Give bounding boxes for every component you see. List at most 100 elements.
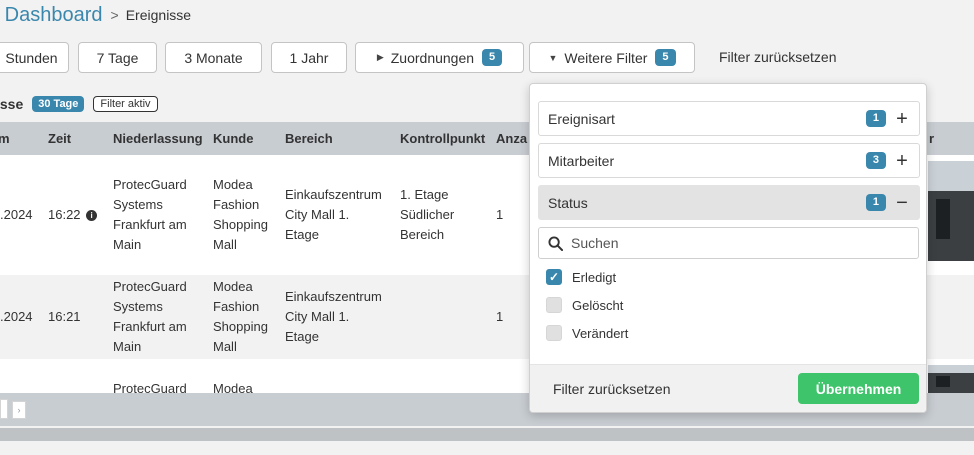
page-size-select[interactable]: [0, 399, 8, 419]
caret-right-icon: ▶: [376, 52, 384, 62]
checkbox-unchecked[interactable]: [546, 325, 562, 341]
search-input[interactable]: [571, 235, 891, 251]
zuordnungen-count-badge: 5: [482, 49, 503, 66]
cell-line: City Mall 1.: [285, 207, 350, 222]
section-title: isse: [0, 96, 24, 112]
section-header: isse 30 Tage Filter aktiv: [0, 95, 158, 113]
cell-time: 16:21: [48, 309, 81, 324]
range-hours-button[interactable]: Stunden: [0, 42, 69, 73]
filter-group-label: Status: [548, 194, 588, 211]
cell-time-value: 16:22: [48, 207, 81, 222]
column-header-kontrollpunkt[interactable]: Kontrollpunkt: [400, 122, 485, 155]
cell-line: Etage: [285, 329, 319, 344]
status-option-label: Erledigt: [572, 269, 617, 285]
cell-line: Südlicher: [400, 207, 455, 222]
cell-line: Etage: [285, 227, 319, 242]
cell-line: Modea: [213, 279, 253, 294]
cell-line: Modea: [213, 177, 253, 192]
checkbox-checked[interactable]: ✓: [546, 269, 562, 285]
cell-line: Einkaufszentrum: [285, 187, 382, 202]
event-photo-thumbnail[interactable]: [928, 365, 974, 393]
zuordnungen-button[interactable]: ▶ Zuordnungen 5: [355, 42, 524, 73]
dropdown-reset-link[interactable]: Filter zurücksetzen: [553, 365, 670, 413]
zuordnungen-label: Zuordnungen: [390, 49, 475, 66]
minus-icon[interactable]: −: [894, 193, 910, 213]
cell-anzahl: 1: [496, 207, 504, 222]
weitere-filter-dropdown: Ereignisart 1 + Mitarbeiter 3 + Status 1…: [529, 83, 927, 413]
range-3-months-button[interactable]: 3 Monate: [165, 42, 262, 73]
cell-bereich: Einkaufszentrum City Mall 1. Etage: [285, 287, 382, 347]
cell-kunde: Modea Fashion Shopping Mall: [213, 277, 268, 357]
filter-group-status[interactable]: Status 1 −: [538, 185, 920, 220]
cell-line: Main: [113, 237, 142, 252]
plus-icon[interactable]: +: [894, 151, 910, 171]
cell-line: Systems: [113, 299, 163, 314]
cell-date: .2024: [0, 309, 33, 324]
cell-kontrollpunkt: 1. Etage Südlicher Bereich: [400, 185, 454, 245]
cell-line: Mall: [213, 237, 237, 252]
event-photo-thumbnail[interactable]: [928, 161, 974, 261]
next-page-button[interactable]: ›: [12, 401, 26, 419]
cell-line: Frankfurt am: [113, 217, 187, 232]
cell-line: Main: [113, 339, 142, 354]
info-icon[interactable]: i: [86, 210, 98, 221]
cell-kunde: Modea Fashion Shopping Mall: [213, 175, 268, 255]
search-icon: [548, 235, 563, 251]
filter-group-ereignisart[interactable]: Ereignisart 1 +: [538, 101, 920, 136]
cell-niederlassung: ProtecGuard: [113, 381, 187, 393]
column-header-anzahl[interactable]: Anza: [496, 122, 527, 155]
column-header-bereich[interactable]: Bereich: [285, 122, 333, 155]
cell-line: ProtecGuard: [113, 279, 187, 294]
cell-line: Bereich: [400, 227, 445, 242]
checkbox-unchecked[interactable]: [546, 297, 562, 313]
cell-niederlassung: ProtecGuard Systems Frankfurt am Main: [113, 175, 187, 255]
cell-line: ProtecGuard: [113, 177, 187, 192]
column-header-bild[interactable]: r: [929, 122, 934, 155]
column-header-kunde[interactable]: Kunde: [213, 122, 253, 155]
filter-group-mitarbeiter[interactable]: Mitarbeiter 3 +: [538, 143, 920, 178]
filter-group-count-badge: 1: [865, 194, 886, 211]
filter-active-badge: Filter aktiv: [93, 96, 158, 112]
breadcrumb-current: Ereignisse: [125, 7, 192, 23]
column-header-date[interactable]: m: [0, 122, 10, 155]
plus-icon[interactable]: +: [894, 109, 910, 129]
filter-group-label: Mitarbeiter: [548, 152, 615, 169]
apply-button[interactable]: Übernehmen: [798, 373, 919, 404]
cell-kunde: Modea: [213, 381, 253, 393]
cell-line: Fashion: [213, 299, 260, 314]
cell-line: City Mall 1.: [285, 309, 350, 324]
cell-niederlassung: ProtecGuard Systems Frankfurt am Main: [113, 277, 187, 357]
weitere-filter-label: Weitere Filter: [564, 49, 648, 66]
cell-line: Systems: [113, 197, 163, 212]
status-search-field[interactable]: [538, 227, 919, 259]
status-option-erledigt[interactable]: ✓ Erledigt: [546, 269, 616, 285]
weitere-filter-button[interactable]: ▼ Weitere Filter 5: [529, 42, 695, 73]
cell-line: Mall: [213, 339, 237, 354]
filter-group-count-badge: 1: [865, 110, 886, 127]
cell-anzahl: 1: [496, 309, 504, 324]
breadcrumb: n Dashboard > Ereignisse: [0, 0, 191, 30]
cell-line: 1. Etage: [400, 187, 449, 202]
filter-group-count-badge: 3: [865, 152, 886, 169]
range-7-days-button[interactable]: 7 Tage: [78, 42, 157, 73]
range-badge: 30 Tage: [32, 96, 85, 112]
breadcrumb-dashboard-link[interactable]: n Dashboard: [0, 4, 103, 27]
column-header-niederlassung[interactable]: Niederlassung: [113, 122, 203, 155]
filter-reset-link[interactable]: Filter zurücksetzen: [719, 42, 836, 73]
cell-line: Einkaufszentrum: [285, 289, 382, 304]
weitere-filter-count-badge: 5: [655, 49, 676, 66]
cell-line: Frankfurt am: [113, 319, 187, 334]
horizontal-scrollbar[interactable]: [0, 428, 974, 441]
filter-group-label: Ereignisart: [548, 110, 615, 127]
cell-line: Shopping: [213, 217, 268, 232]
status-option-label: Gelöscht: [572, 297, 624, 313]
status-option-geloescht[interactable]: Gelöscht: [546, 297, 623, 313]
status-option-veraendert[interactable]: Verändert: [546, 325, 628, 341]
cell-line: Shopping: [213, 319, 268, 334]
cell-bereich: Einkaufszentrum City Mall 1. Etage: [285, 185, 382, 245]
column-header-zeit[interactable]: Zeit: [48, 122, 71, 155]
dropdown-footer: Filter zurücksetzen Übernehmen: [530, 364, 926, 412]
breadcrumb-separator: >: [110, 7, 119, 23]
range-1-year-button[interactable]: 1 Jahr: [271, 42, 347, 73]
caret-down-icon: ▼: [548, 52, 558, 63]
